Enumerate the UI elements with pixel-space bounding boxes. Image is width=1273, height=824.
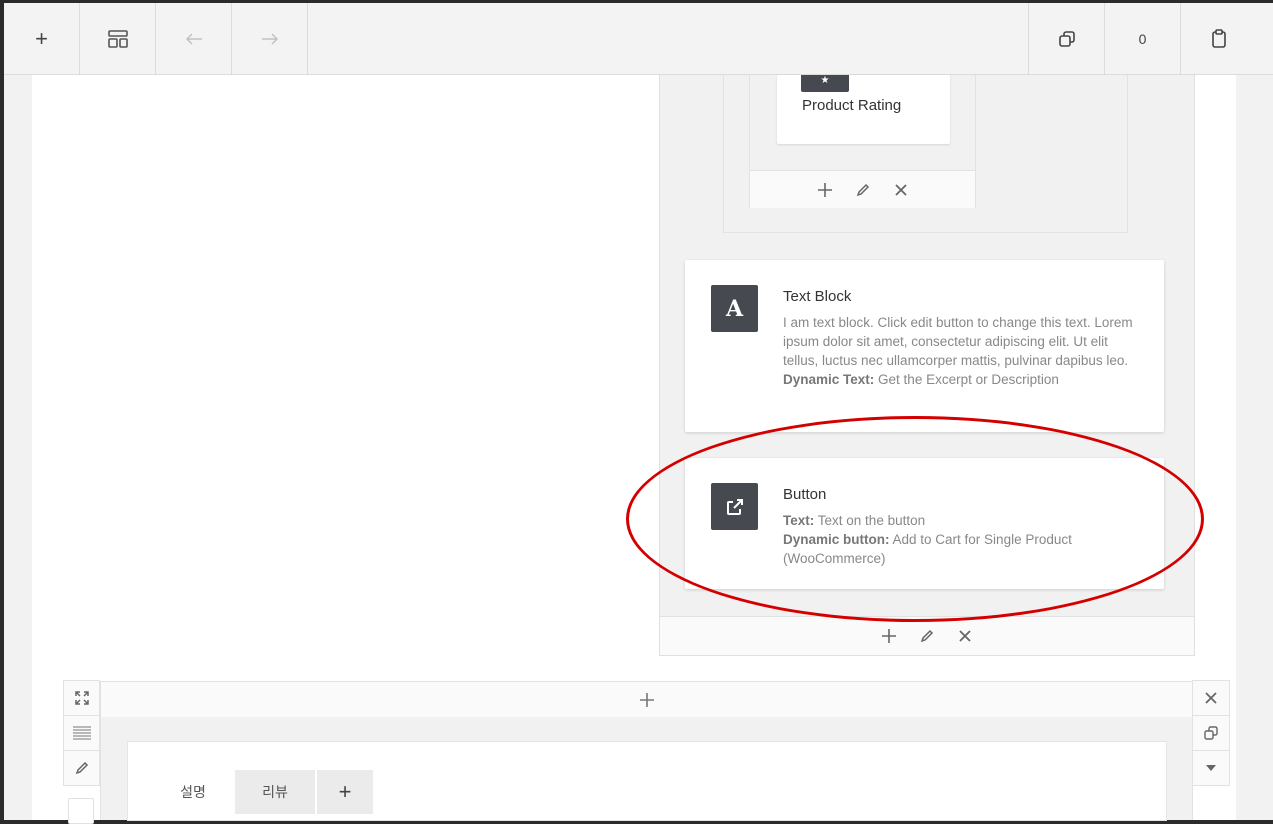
row-extra-control[interactable] xyxy=(68,798,94,824)
row-add-bar[interactable] xyxy=(100,681,1193,718)
pencil-icon[interactable] xyxy=(853,180,873,200)
undo-button[interactable] xyxy=(156,3,232,74)
tab-reviews-label: 리뷰 xyxy=(262,784,288,800)
add-icon[interactable] xyxy=(879,626,899,646)
layout-icon xyxy=(107,29,128,48)
close-icon[interactable] xyxy=(955,626,975,646)
pencil-icon[interactable] xyxy=(917,626,937,646)
copy-icon xyxy=(1058,30,1075,47)
pencil-icon xyxy=(75,761,88,775)
text-block-icon: A xyxy=(711,285,758,332)
inner-column-controls xyxy=(750,170,975,208)
arrow-right-icon xyxy=(261,32,278,45)
inner-column: ★ Product Rating xyxy=(749,75,976,208)
expand-icon xyxy=(74,691,89,705)
paste-button[interactable] xyxy=(1180,3,1257,74)
tab-reviews[interactable]: 리뷰 xyxy=(235,770,315,814)
plus-icon: + xyxy=(338,779,352,804)
close-icon xyxy=(1205,692,1217,704)
highlight-ellipse xyxy=(626,416,1204,622)
text-block-title: Text Block xyxy=(783,288,852,305)
star-icon: ★ xyxy=(801,75,849,92)
dynamic-text-label: Dynamic Text: xyxy=(783,372,875,387)
tab-description-label: 설명 xyxy=(180,784,206,800)
row-clone-button[interactable] xyxy=(1192,715,1230,751)
add-icon[interactable] xyxy=(815,180,835,200)
fullscreen-button[interactable] xyxy=(63,680,100,716)
drag-handle[interactable] xyxy=(63,715,100,751)
plus-icon: + xyxy=(35,25,48,51)
row-right-tools xyxy=(1192,680,1230,786)
close-icon[interactable] xyxy=(891,180,911,200)
letter-a-icon: A xyxy=(725,295,744,322)
tab-description[interactable]: 설명 xyxy=(153,770,233,814)
text-block-description: I am text block. Click edit button to ch… xyxy=(783,315,1133,368)
plus-icon xyxy=(639,692,654,707)
row-collapse-button[interactable] xyxy=(1192,750,1230,786)
row-edit-button[interactable] xyxy=(63,750,100,786)
undo-counter[interactable]: 0 xyxy=(1104,3,1180,74)
arrow-left-icon xyxy=(185,32,202,45)
caret-down-icon xyxy=(1206,765,1216,771)
product-rating-title: Product Rating xyxy=(802,97,902,114)
product-rating-element[interactable]: ★ Product Rating xyxy=(777,75,950,144)
text-block-element[interactable]: A Text Block I am text block. Click edit… xyxy=(685,260,1164,432)
undo-count-label: 0 xyxy=(1138,30,1147,47)
inner-row: ★ Product Rating xyxy=(723,75,1128,233)
builder-toolbar: + 0 xyxy=(4,3,1273,75)
drag-lines-icon xyxy=(72,726,91,740)
clone-button[interactable] xyxy=(1028,3,1104,74)
row-left-tools xyxy=(63,680,100,786)
redo-button[interactable] xyxy=(232,3,308,74)
copy-icon xyxy=(1204,726,1218,740)
templates-button[interactable] xyxy=(80,3,156,74)
dynamic-text-value: Get the Excerpt or Description xyxy=(878,372,1059,387)
row-delete-button[interactable] xyxy=(1192,680,1230,716)
clipboard-icon xyxy=(1212,29,1226,48)
tabs-widget: 설명 리뷰 + xyxy=(127,741,1167,821)
add-tab-button[interactable]: + xyxy=(317,770,373,814)
add-element-button[interactable]: + xyxy=(4,3,80,74)
row-body: 설명 리뷰 + xyxy=(100,717,1193,821)
